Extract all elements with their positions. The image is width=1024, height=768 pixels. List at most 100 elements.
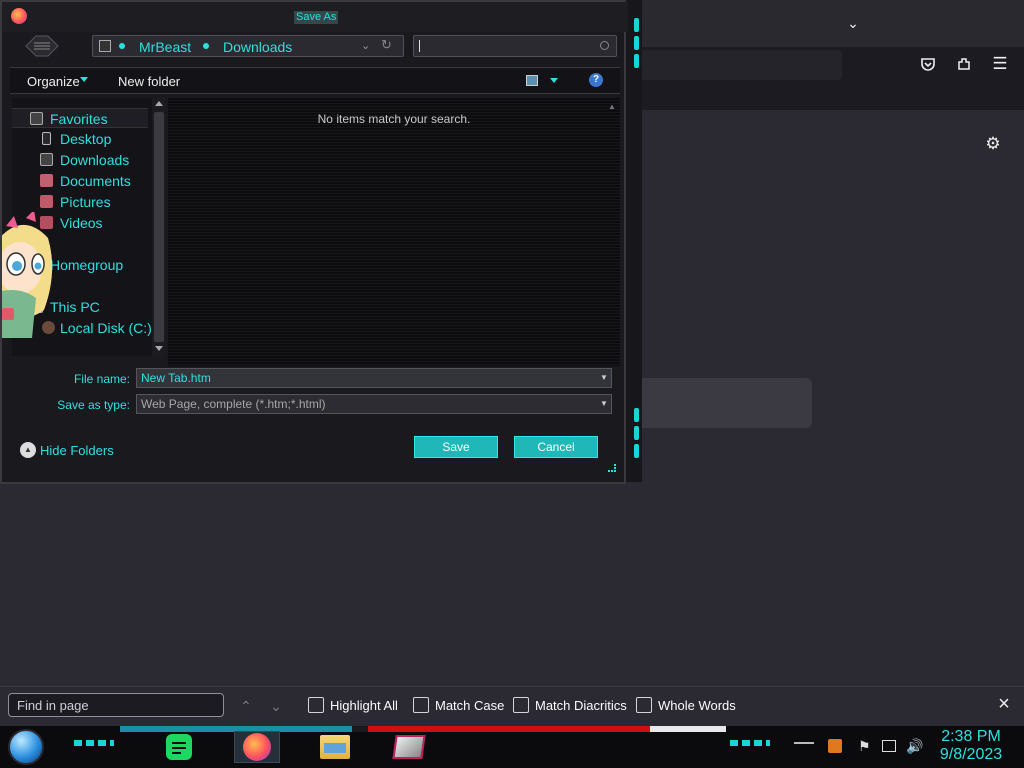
refresh-icon[interactable]: ↻ xyxy=(381,37,392,53)
clock-date: 9/8/2023 xyxy=(939,746,1003,763)
chevron-up-circle-icon: ▲ xyxy=(20,442,36,458)
folder-icon xyxy=(99,40,111,52)
notes-app-icon xyxy=(166,734,192,760)
search-icon[interactable] xyxy=(600,41,609,50)
save-button[interactable]: Save xyxy=(414,436,498,458)
hide-folders-button[interactable]: ▲ Hide Folders xyxy=(18,440,128,460)
nav-item-label: Desktop xyxy=(60,131,112,147)
taskbar-clock[interactable]: 2:38 PM 9/8/2023 xyxy=(936,728,1006,764)
dialog-title: Save As xyxy=(294,11,339,24)
frame-light xyxy=(634,18,639,32)
nav-item-label: Videos xyxy=(60,215,103,231)
firefox-icon xyxy=(243,733,271,761)
find-previous-icon[interactable]: ⌃ xyxy=(236,696,256,716)
dialog-frame-edge xyxy=(624,0,642,482)
chevron-down-icon[interactable] xyxy=(550,78,558,83)
desktop-icon xyxy=(42,132,51,145)
chevron-down-icon[interactable]: ▼ xyxy=(597,369,611,387)
settings-gear-icon[interactable]: ⚙ xyxy=(980,131,1006,157)
save-as-dialog: Save As MrBeast Downloads ⌄ ↻ Organize N… xyxy=(0,0,628,484)
highlight-all-label[interactable]: Highlight All xyxy=(330,698,398,713)
taskbar-media-app[interactable] xyxy=(386,731,432,763)
pictures-icon xyxy=(40,195,53,208)
file-name-value: New Tab.htm xyxy=(141,371,211,385)
frame-light xyxy=(634,54,639,68)
file-name-field[interactable]: New Tab.htm ▼ xyxy=(136,368,612,388)
save-as-type-select[interactable]: Web Page, complete (*.htm;*.html) ▼ xyxy=(136,394,612,414)
start-orb-icon[interactable] xyxy=(8,729,44,765)
browser-tab-strip: ⌄ xyxy=(630,0,1024,48)
pocket-icon[interactable] xyxy=(915,51,941,77)
taskbar-notes-app[interactable] xyxy=(156,731,202,763)
save-as-type-label: Save as type: xyxy=(57,398,130,412)
empty-message: No items match your search. xyxy=(317,112,471,126)
scroll-up-icon[interactable]: ▲ xyxy=(608,102,616,111)
save-as-type-value: Web Page, complete (*.htm;*.html) xyxy=(141,397,326,411)
organize-button[interactable]: Organize xyxy=(27,74,80,89)
strip-segment xyxy=(650,726,726,732)
back-forward-icon[interactable] xyxy=(24,34,60,58)
frame-light xyxy=(634,408,639,422)
highlight-all-checkbox[interactable] xyxy=(308,697,324,713)
separator-dot-icon xyxy=(203,43,209,49)
documents-icon xyxy=(40,174,53,187)
separator-dot-icon xyxy=(119,43,125,49)
match-diacritics-label[interactable]: Match Diacritics xyxy=(535,698,627,713)
frame-light xyxy=(634,426,639,440)
url-bar[interactable] xyxy=(640,50,842,80)
search-field[interactable] xyxy=(413,35,617,57)
volume-icon[interactable]: 🔊 xyxy=(906,738,923,755)
taskbar-lights-icon xyxy=(74,740,114,746)
taskbar-file-explorer-app[interactable] xyxy=(312,731,358,763)
match-case-checkbox[interactable] xyxy=(413,697,429,713)
extensions-icon[interactable] xyxy=(951,51,977,77)
resize-grip-icon[interactable] xyxy=(608,464,616,472)
network-icon[interactable] xyxy=(882,740,896,752)
find-input[interactable] xyxy=(8,693,224,717)
new-folder-button[interactable]: New folder xyxy=(118,74,180,89)
nav-item-label: Pictures xyxy=(60,194,111,210)
media-app-icon xyxy=(392,735,426,759)
help-icon[interactable]: ? xyxy=(589,73,603,87)
view-options-icon[interactable] xyxy=(526,75,538,86)
scroll-up-icon[interactable] xyxy=(155,101,163,106)
firefox-logo-icon xyxy=(11,8,27,24)
taskbar-lights-icon xyxy=(730,740,770,746)
clock-time: 2:38 PM xyxy=(941,728,1001,745)
breadcrumb-downloads[interactable]: Downloads xyxy=(223,39,292,55)
address-bar[interactable]: MrBeast Downloads ⌄ ↻ xyxy=(92,35,404,57)
chevron-down-icon[interactable]: ⌄ xyxy=(361,39,370,52)
find-next-icon[interactable]: ⌄ xyxy=(266,696,286,716)
cancel-button[interactable]: Cancel xyxy=(514,436,598,458)
frame-light xyxy=(634,36,639,50)
breadcrumb-mrbeast[interactable]: MrBeast xyxy=(139,39,191,55)
nav-item-label: Local Disk (C:) xyxy=(60,320,152,336)
chevron-down-icon[interactable]: ▼ xyxy=(597,395,611,413)
tray-overflow-icon[interactable] xyxy=(794,742,814,744)
command-bar: Organize New folder ? xyxy=(10,67,620,94)
nav-item-label: Downloads xyxy=(60,152,130,168)
frame-light xyxy=(634,444,639,458)
file-list[interactable]: No items match your search. ▲ xyxy=(168,98,620,366)
hide-folders-label: Hide Folders xyxy=(40,443,114,458)
close-icon[interactable]: × xyxy=(994,694,1014,714)
dialog-titlebar[interactable]: Save As xyxy=(2,2,628,32)
tray-app-icon[interactable] xyxy=(828,739,842,753)
whole-words-checkbox[interactable] xyxy=(636,697,652,713)
list-all-tabs-icon[interactable]: ⌄ xyxy=(840,10,866,36)
menu-icon[interactable]: ☰ xyxy=(987,51,1013,77)
action-center-flag-icon[interactable]: ⚑ xyxy=(858,738,871,755)
match-case-label[interactable]: Match Case xyxy=(435,698,504,713)
whole-words-label[interactable]: Whole Words xyxy=(658,698,736,713)
chevron-down-icon[interactable] xyxy=(80,77,88,82)
nav-scrollbar-thumb[interactable] xyxy=(154,112,164,342)
downloads-icon xyxy=(40,153,53,166)
folder-icon xyxy=(320,735,350,759)
nav-item-favorites[interactable]: Favorites xyxy=(12,108,148,128)
taskbar-firefox-app[interactable] xyxy=(234,731,280,763)
match-diacritics-checkbox[interactable] xyxy=(513,697,529,713)
file-name-label: File name: xyxy=(73,372,130,386)
nav-item-label: Homegroup xyxy=(50,257,124,273)
star-icon xyxy=(30,112,43,125)
scroll-down-icon[interactable] xyxy=(155,346,163,351)
